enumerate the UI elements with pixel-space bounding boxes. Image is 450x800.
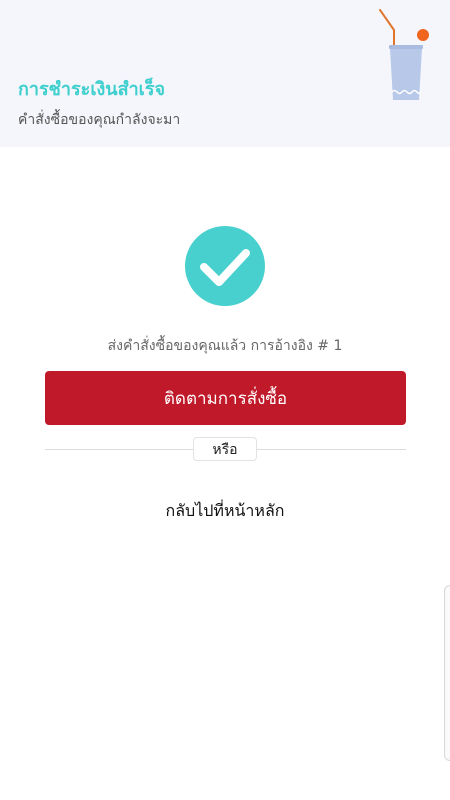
- header: การชำระเงินสำเร็จ คำสั่งซื้อของคุณกำลังจ…: [0, 0, 450, 147]
- page-subtitle: คำสั่งซื้อของคุณกำลังจะมา: [18, 112, 181, 128]
- track-order-button[interactable]: ติดตามการสั่งซื้อ: [45, 371, 406, 425]
- page-title: การชำระเงินสำเร็จ: [18, 79, 166, 100]
- or-separator-label: หรือ: [193, 437, 257, 461]
- drink-glass-icon: [379, 9, 429, 100]
- back-to-home-link[interactable]: กลับไปที่หน้าหลัก: [0, 499, 450, 524]
- order-reference-text: ส่งคำสั่งซื้อของคุณแล้ว การอ้างอิง # 1: [107, 338, 343, 354]
- check-circle-icon: [185, 226, 265, 306]
- edge-panel-handle[interactable]: [444, 585, 450, 761]
- payment-success-screen: การชำระเงินสำเร็จ คำสั่งซื้อของคุณกำลังจ…: [0, 0, 450, 800]
